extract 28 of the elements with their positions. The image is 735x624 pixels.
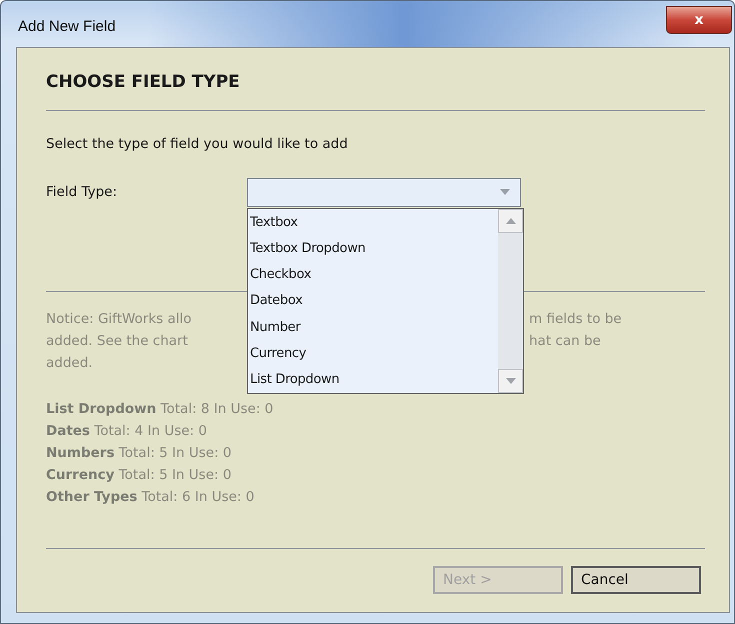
window-title: Add New Field — [18, 18, 116, 35]
field-count-text: Other Types Total: 6 In Use: 0 — [46, 488, 254, 507]
scroll-bar[interactable] — [498, 208, 523, 392]
instruction-text: Select the type of field you would like to add — [46, 136, 349, 152]
notice-text: m fields to be — [529, 310, 622, 329]
close-button[interactable]: x — [666, 6, 732, 34]
field-type-dropdown[interactable] — [247, 178, 521, 206]
notice-text: hat can be — [529, 332, 601, 351]
notice-text: added. — [46, 354, 93, 373]
dropdown-option[interactable]: Datebox — [248, 288, 498, 315]
page-heading: CHOOSE FIELD TYPE — [46, 72, 241, 94]
dropdown-option[interactable]: Checkbox — [248, 262, 498, 288]
field-count-text: Numbers Total: 5 In Use: 0 — [46, 444, 232, 463]
field-count-text: Dates Total: 4 In Use: 0 — [46, 422, 207, 441]
dropdown-option[interactable]: Number — [248, 314, 498, 341]
caret-icon — [500, 189, 510, 195]
field-count-text: List Dropdown Total: 8 In Use: 0 — [46, 400, 274, 419]
dropdown-option[interactable]: Textbox Dropdown — [248, 236, 498, 262]
notice-text: Notice: GiftWorks allo — [46, 310, 192, 329]
scroll-up-icon[interactable] — [506, 218, 516, 224]
dropdown-option[interactable]: Textbox — [248, 210, 498, 236]
scroll-down-icon[interactable] — [506, 378, 516, 384]
field-count-text: Currency Total: 5 In Use: 0 — [46, 466, 232, 485]
dropdown-option[interactable]: Currency — [248, 340, 498, 368]
cancel-button[interactable]: Cancel — [571, 566, 701, 594]
dropdown-option[interactable]: List Dropdown — [248, 367, 498, 394]
notice-text: added. See the chart — [46, 332, 188, 351]
field-label: Field Type: — [46, 184, 118, 200]
